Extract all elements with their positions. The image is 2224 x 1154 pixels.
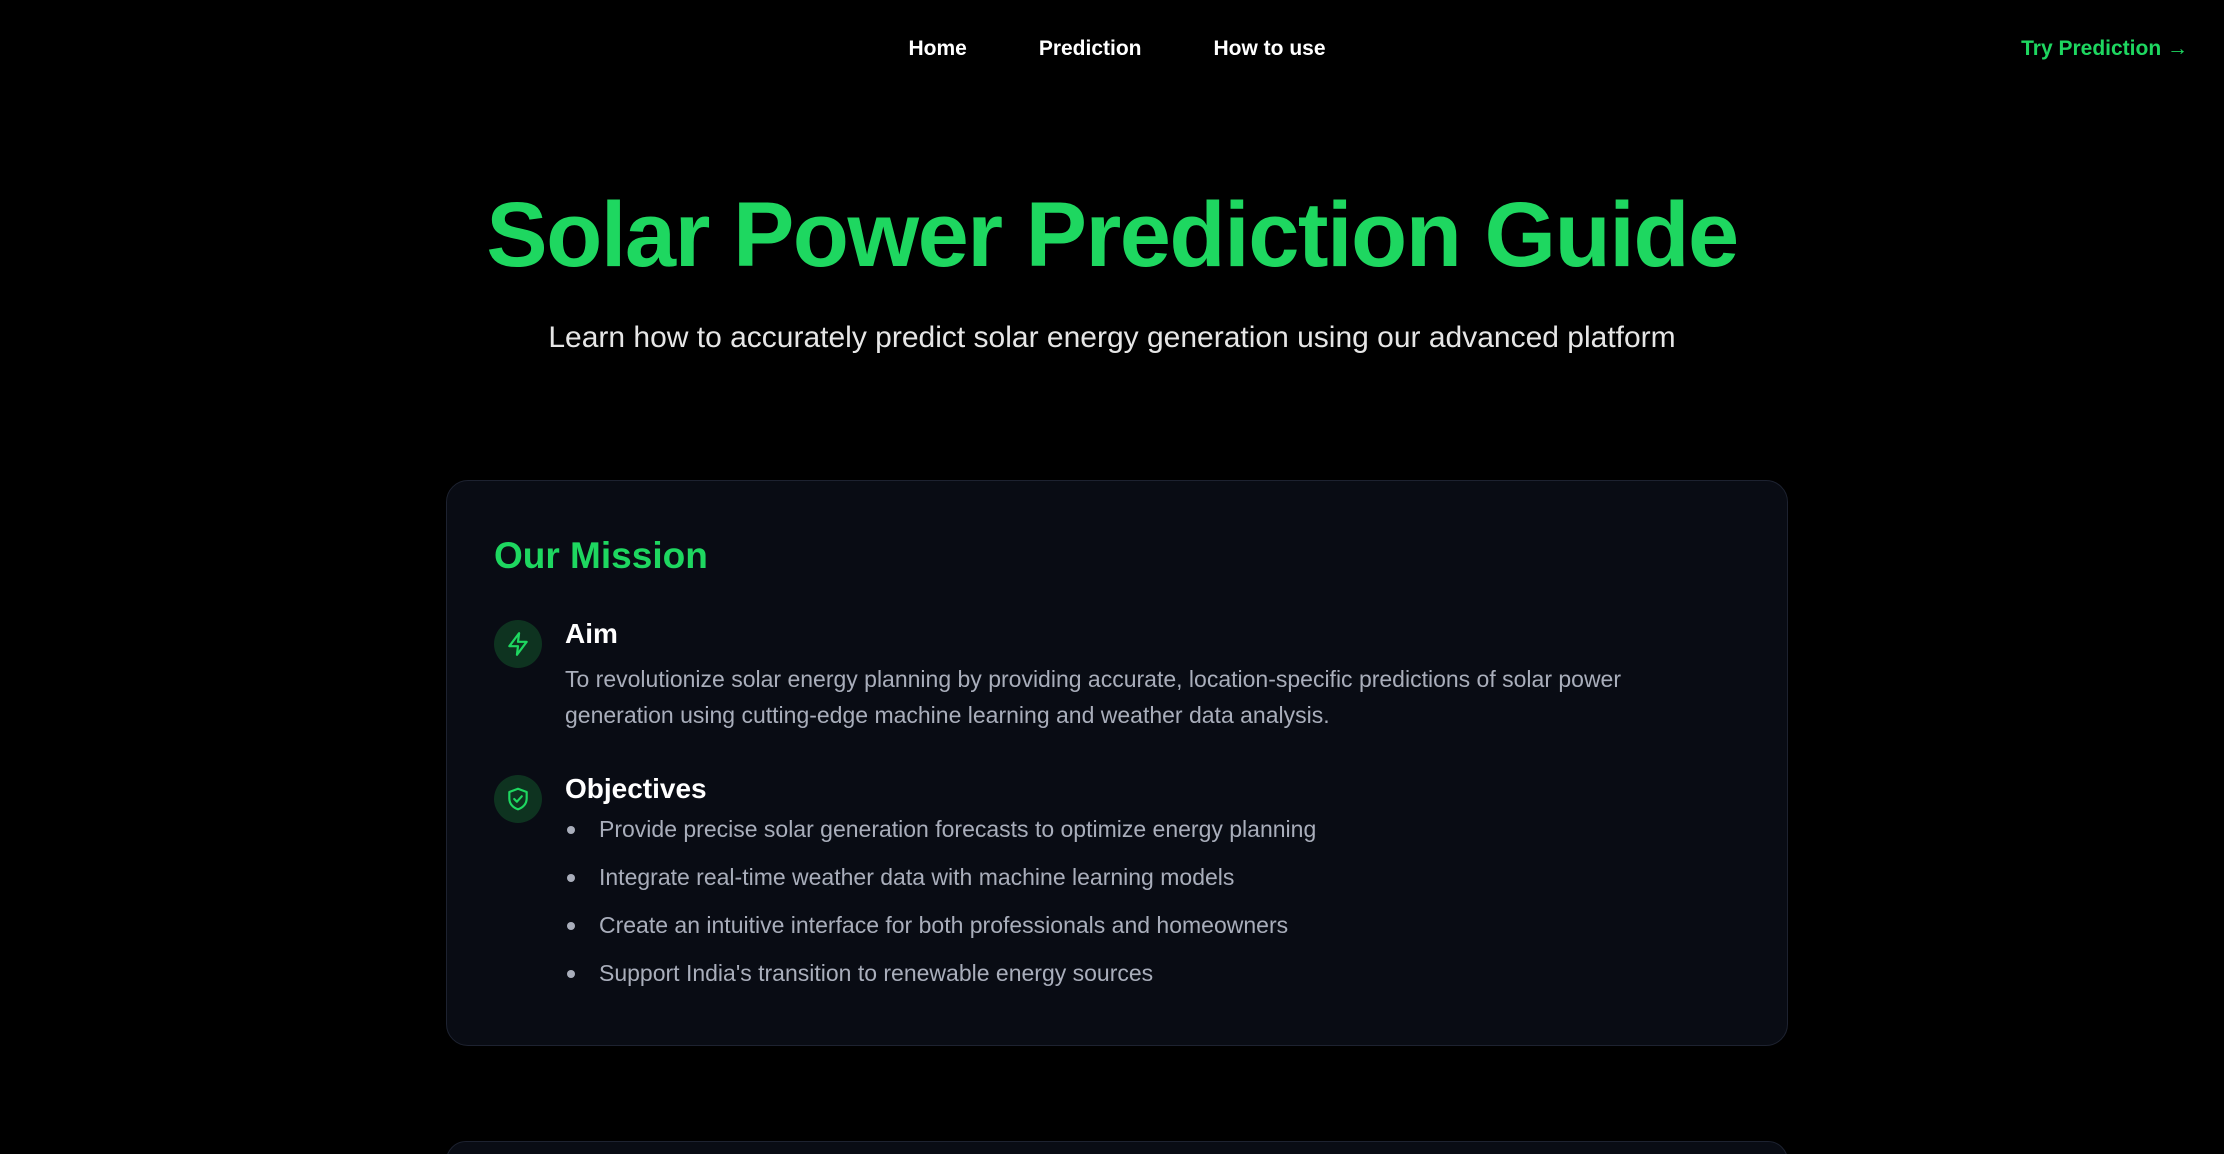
aim-heading: Aim — [565, 618, 618, 649]
list-item: Provide precise solar generation forecas… — [565, 811, 1316, 859]
list-item: Support India's transition to renewable … — [565, 955, 1316, 1003]
list-item: Create an intuitive interface for both p… — [565, 907, 1316, 955]
nav-link-home[interactable]: Home — [908, 34, 966, 64]
bullet-icon — [567, 922, 575, 930]
bullet-icon — [567, 826, 575, 834]
objectives-list: Provide precise solar generation forecas… — [565, 811, 1316, 1003]
nav-link-prediction[interactable]: Prediction — [1039, 34, 1142, 64]
nav-links: Home Prediction How to use — [0, 34, 2224, 64]
objective-text: Create an intuitive interface for both p… — [599, 912, 1289, 938]
bullet-icon — [567, 874, 575, 882]
page-title: Solar Power Prediction Guide — [486, 184, 1739, 286]
top-nav: Home Prediction How to use Try Predictio… — [0, 0, 2224, 100]
try-prediction-link[interactable]: Try Prediction → — [2021, 34, 2188, 64]
objective-text: Support India's transition to renewable … — [599, 960, 1154, 986]
mission-card: Our Mission Aim To revolutionize solar e… — [446, 480, 1788, 1046]
list-item: Integrate real-time weather data with ma… — [565, 859, 1316, 907]
page: Home Prediction How to use Try Predictio… — [0, 0, 2224, 1154]
objectives-heading: Objectives — [565, 773, 707, 804]
bullet-icon — [567, 970, 575, 978]
objective-text: Provide precise solar generation forecas… — [599, 816, 1317, 842]
page-subtitle: Learn how to accurately predict solar en… — [548, 321, 1676, 354]
lightning-icon — [494, 620, 542, 668]
shield-check-icon — [494, 775, 542, 823]
nav-link-how-to-use[interactable]: How to use — [1214, 34, 1326, 64]
aim-text: To revolutionize solar energy planning b… — [565, 666, 1622, 728]
objective-text: Integrate real-time weather data with ma… — [599, 864, 1235, 890]
next-card — [446, 1141, 1788, 1154]
mission-title: Our Mission — [494, 535, 708, 576]
